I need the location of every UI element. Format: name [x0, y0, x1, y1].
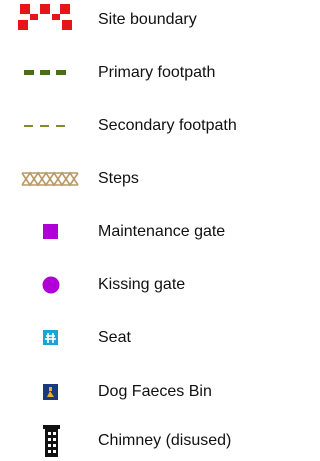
legend-item-secondary-footpath: Secondary footpath — [0, 106, 275, 146]
legend-item-dog-faeces-bin: Dog Faeces Bin — [0, 372, 275, 412]
legend-label: Site boundary — [98, 11, 197, 28]
site-boundary-icon — [14, 0, 84, 40]
legend-item-maintenance-gate: Maintenance gate — [0, 212, 275, 252]
legend-label: Maintenance gate — [98, 223, 226, 240]
legend-label: Primary footpath — [98, 64, 216, 81]
maintenance-gate-icon — [14, 212, 84, 252]
legend-label: Chimney (disused) — [98, 432, 232, 449]
legend-label: Secondary footpath — [98, 117, 237, 134]
kissing-gate-icon — [14, 265, 84, 305]
legend-item-steps: Steps — [0, 159, 275, 199]
seat-icon — [14, 318, 84, 358]
legend-item-primary-footpath: Primary footpath — [0, 53, 275, 93]
legend-label: Steps — [98, 170, 139, 187]
dog-bin-icon — [14, 372, 84, 412]
legend-label: Seat — [98, 329, 131, 346]
legend-item-kissing-gate: Kissing gate — [0, 265, 275, 305]
map-legend: Site boundary Primary footpath Secondary… — [0, 0, 275, 461]
legend-label: Dog Faeces Bin — [98, 383, 212, 400]
primary-footpath-icon — [14, 53, 84, 93]
secondary-footpath-icon — [14, 106, 84, 146]
legend-item-chimney: Chimney (disused) — [0, 421, 275, 461]
chimney-icon — [14, 421, 84, 461]
legend-item-site-boundary: Site boundary — [0, 0, 275, 40]
legend-label: Kissing gate — [98, 276, 186, 293]
legend-item-seat: Seat — [0, 318, 275, 358]
steps-icon — [14, 159, 84, 199]
